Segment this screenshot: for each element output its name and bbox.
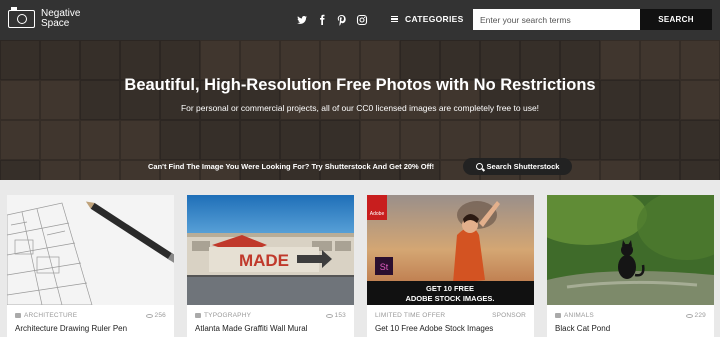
card-category[interactable]: TYPOGRAPHY [195, 312, 251, 319]
sponsor-label-text: SPONSOR [492, 312, 526, 319]
card-image-architecture[interactable] [7, 195, 174, 305]
eye-icon [145, 313, 153, 318]
twitter-icon[interactable] [296, 14, 308, 26]
ad-headline-line-2: ADOBE STOCK IMAGES. [405, 294, 494, 303]
card-category[interactable]: ARCHITECTURE [15, 312, 77, 319]
ad-headline-line-1: GET 10 FREE [426, 284, 474, 293]
category-label: TYPOGRAPHY [204, 312, 252, 319]
photo-card[interactable]: MADE TYPOGRAPHY 153 Atlanta Made Graffit… [187, 195, 354, 337]
camera-icon [195, 313, 201, 318]
camera-icon [555, 313, 561, 318]
view-count: 229 [685, 312, 706, 319]
sponsored-card[interactable]: Adobe St GET 10 FREE ADOBE STOCK IMAGES.… [367, 195, 534, 337]
view-count-value: 256 [154, 312, 166, 319]
search-icon [475, 163, 483, 170]
card-meta: LIMITED TIME OFFER SPONSOR [375, 312, 526, 319]
card-image-cat[interactable] [547, 195, 714, 305]
hero-subtitle: For personal or commercial projects, all… [180, 103, 540, 113]
card-meta: ARCHITECTURE 256 [15, 312, 166, 319]
hero-title: Beautiful, High-Resolution Free Photos w… [124, 76, 596, 94]
sponsor-label: SPONSOR [492, 312, 526, 319]
category-label: ARCHITECTURE [24, 312, 78, 319]
card-title[interactable]: Black Cat Pond [555, 324, 610, 333]
logo-text: Negative Space [41, 9, 80, 29]
hamburger-icon [391, 16, 398, 22]
view-count-value: 153 [334, 312, 346, 319]
search-input[interactable] [473, 9, 640, 30]
card-category[interactable]: LIMITED TIME OFFER [375, 312, 445, 319]
category-label: LIMITED TIME OFFER [375, 312, 446, 319]
shutterstock-promo-text: Can't Find The Image You Were Looking Fo… [148, 162, 435, 171]
stock-badge-text: St [380, 262, 389, 272]
card-image-adobe-ad[interactable]: Adobe St GET 10 FREE ADOBE STOCK IMAGES. [367, 195, 534, 305]
facebook-icon[interactable] [316, 14, 328, 26]
categories-menu-button[interactable]: CATEGORIES [391, 14, 464, 24]
category-label: ANIMALS [564, 312, 594, 319]
view-count: 256 [145, 312, 166, 319]
photo-card[interactable]: ANIMALS 229 Black Cat Pond [547, 195, 714, 337]
image-made-text: MADE [239, 251, 289, 270]
search-shutterstock-button[interactable]: Search Shutterstock [463, 158, 572, 175]
view-count-value: 229 [694, 312, 706, 319]
eye-icon [685, 313, 693, 318]
top-navigation: Negative Space CATEGORIES SEARCH [0, 0, 720, 40]
photo-card[interactable]: ARCHITECTURE 256 Architecture Drawing Ru… [7, 195, 174, 337]
card-meta: TYPOGRAPHY 153 [195, 312, 346, 319]
instagram-icon[interactable] [356, 14, 368, 26]
card-category[interactable]: ANIMALS [555, 312, 594, 319]
search-button[interactable]: SEARCH [640, 9, 712, 30]
search-shutterstock-label: Search Shutterstock [486, 162, 560, 171]
card-title[interactable]: Get 10 Free Adobe Stock Images [375, 324, 493, 333]
adobe-brand-text: Adobe [370, 211, 385, 217]
view-count: 153 [325, 312, 346, 319]
site-logo[interactable]: Negative Space [8, 7, 80, 29]
eye-icon [325, 313, 333, 318]
card-meta: ANIMALS 229 [555, 312, 706, 319]
categories-label: CATEGORIES [405, 14, 464, 24]
card-title[interactable]: Architecture Drawing Ruler Pen [15, 324, 127, 333]
card-title[interactable]: Atlanta Made Graffiti Wall Mural [195, 324, 307, 333]
hero-banner: Beautiful, High-Resolution Free Photos w… [0, 40, 720, 180]
camera-icon [15, 313, 21, 318]
page: Negative Space CATEGORIES SEARCH Beautif… [0, 0, 720, 337]
card-image-graffiti[interactable]: MADE [187, 195, 354, 305]
pinterest-icon[interactable] [336, 14, 348, 26]
camera-logo-icon [8, 7, 35, 28]
logo-line-2: Space [41, 18, 70, 29]
